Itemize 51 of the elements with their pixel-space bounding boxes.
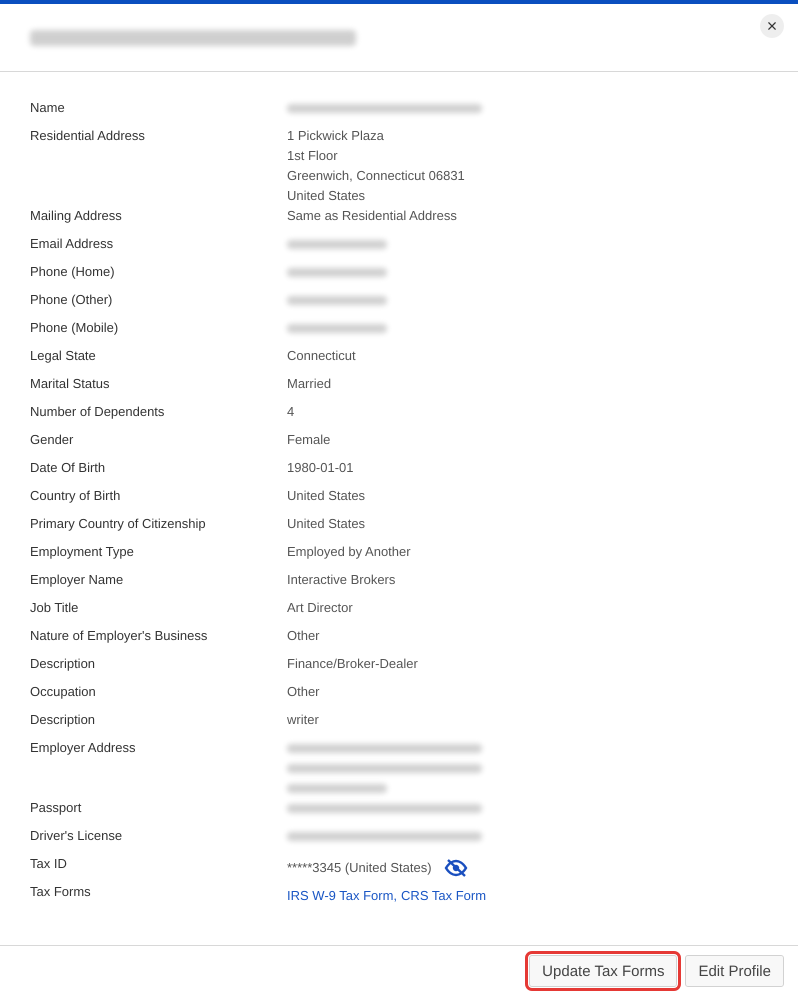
field-label: Driver's License bbox=[30, 827, 124, 845]
field-label: Employer Name bbox=[30, 571, 124, 589]
field-value: Connecticut bbox=[287, 347, 356, 365]
field-value: Interactive Brokers bbox=[287, 571, 396, 589]
field-label: Residential Address bbox=[30, 127, 146, 145]
hidden-eye-icon[interactable] bbox=[444, 859, 468, 877]
field-label: Phone (Other) bbox=[30, 291, 114, 309]
field-value: Female bbox=[287, 431, 330, 449]
field-value: 1st Floor bbox=[287, 147, 339, 165]
field-label: Primary Country of Citizenship bbox=[30, 515, 207, 533]
field-label: Job Title bbox=[30, 599, 80, 617]
field-value: Other bbox=[287, 683, 320, 701]
field-value: Finance/Broker-Dealer bbox=[287, 655, 418, 673]
field-value: 1 Pickwick Plaza bbox=[287, 127, 385, 145]
field-label: Marital Status bbox=[30, 375, 110, 393]
field-label: Date Of Birth bbox=[30, 459, 106, 477]
field-label: Mailing Address bbox=[30, 207, 123, 225]
field-value: Employed by Another bbox=[287, 543, 411, 561]
field-label: Occupation bbox=[30, 683, 97, 701]
field-label: Passport bbox=[30, 799, 82, 817]
field-value: writer bbox=[287, 711, 319, 729]
field-value: Other bbox=[287, 627, 320, 645]
field-label: Tax ID bbox=[30, 855, 68, 873]
field-value: 4 bbox=[287, 403, 294, 421]
field-label: Name bbox=[30, 99, 66, 117]
field-label: Employer Address bbox=[30, 739, 136, 757]
field-value: 1980-01-01 bbox=[287, 459, 354, 477]
field-label: Gender bbox=[30, 431, 74, 449]
field-value: Married bbox=[287, 375, 332, 393]
tax-form-link[interactable]: IRS W-9 Tax Form, bbox=[287, 886, 398, 906]
field-label: Country of Birth bbox=[30, 487, 122, 505]
field-label: Phone (Mobile) bbox=[30, 319, 120, 337]
field-value: *****3345 (United States) bbox=[287, 859, 432, 877]
field-label: Number of Dependents bbox=[30, 403, 166, 421]
field-label: Employment Type bbox=[30, 543, 135, 561]
field-label: Legal State bbox=[30, 347, 97, 365]
field-label: Description bbox=[30, 655, 96, 673]
field-value: Same as Residential Address bbox=[287, 207, 457, 225]
field-value: United States bbox=[287, 487, 366, 505]
tax-form-link[interactable]: CRS Tax Form bbox=[401, 886, 486, 906]
action-button[interactable]: Edit Profile bbox=[685, 955, 784, 987]
field-value: Greenwich, Connecticut 06831 bbox=[287, 167, 465, 185]
field-label: Description bbox=[30, 711, 96, 729]
field-label: Tax Forms bbox=[30, 883, 92, 901]
field-label: Email Address bbox=[30, 235, 114, 253]
field-value: United States bbox=[287, 187, 366, 205]
field-value: United States bbox=[287, 515, 366, 533]
close-button[interactable]: × bbox=[760, 14, 784, 38]
field-value: Art Director bbox=[287, 599, 353, 617]
field-label: Nature of Employer's Business bbox=[30, 627, 208, 645]
field-label: Phone (Home) bbox=[30, 263, 116, 281]
